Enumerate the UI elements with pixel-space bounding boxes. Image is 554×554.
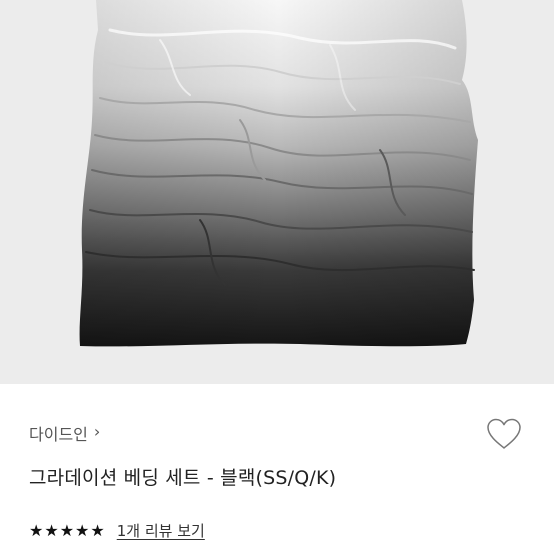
wishlist-button[interactable] xyxy=(484,414,524,454)
star-icon: ★ xyxy=(29,520,44,540)
chevron-right-icon: › xyxy=(93,422,101,441)
star-icon: ★ xyxy=(44,520,59,540)
brand-name: 다이드인 xyxy=(29,425,88,444)
heart-outline-icon xyxy=(487,418,521,449)
product-title: 그라데이션 베딩 세트 - 블랙(SS/Q/K) xyxy=(29,467,337,489)
star-rating: ★ ★ ★ ★ ★ xyxy=(29,520,105,540)
duvet-photo xyxy=(79,0,478,347)
star-icon: ★ xyxy=(75,520,90,540)
review-link[interactable]: 1개 리뷰 보기 xyxy=(117,520,205,541)
star-icon: ★ xyxy=(59,520,75,540)
rating-row: ★ ★ ★ ★ ★ 1개 리뷰 보기 xyxy=(29,520,205,541)
star-icon: ★ xyxy=(90,520,105,540)
product-image[interactable] xyxy=(0,0,554,384)
brand-link[interactable]: 다이드인 › xyxy=(29,421,100,445)
